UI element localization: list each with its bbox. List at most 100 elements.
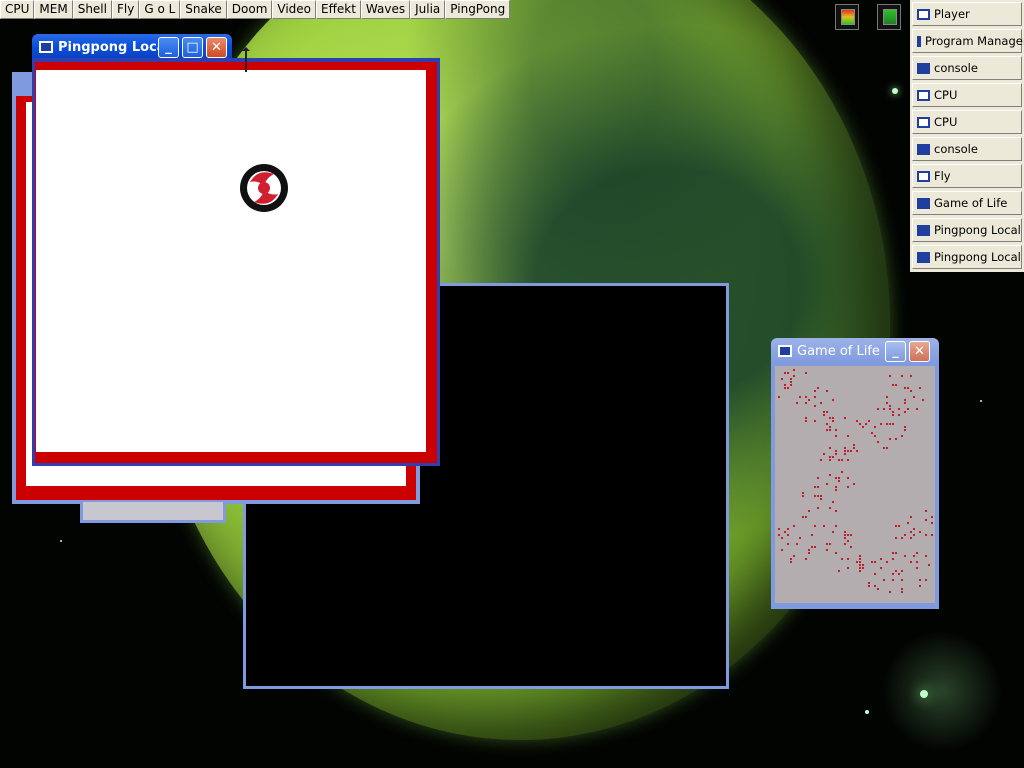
console-icon: [917, 62, 930, 74]
gol-cell: [817, 387, 819, 389]
gol-cell: [805, 558, 807, 560]
task-program-manager[interactable]: Program Manager: [912, 29, 1024, 53]
gol-cell: [895, 384, 897, 386]
minimize-button[interactable]: _: [158, 37, 179, 58]
star: [892, 88, 898, 94]
launch-waves-button[interactable]: Waves: [360, 0, 411, 19]
game-of-life-titlebar[interactable]: Game of Life _ ✕: [771, 338, 939, 364]
launch-snake-button[interactable]: Snake: [180, 0, 227, 19]
console-icon: [917, 197, 930, 209]
game-of-life-window[interactable]: Game of Life _ ✕: [771, 338, 939, 609]
gol-cell: [787, 372, 789, 374]
gol-cell: [847, 567, 849, 569]
gol-cell: [847, 459, 849, 461]
close-button[interactable]: ✕: [909, 341, 930, 362]
task-pingpong-local[interactable]: Pingpong Local: [912, 218, 1022, 242]
gol-cell: [847, 477, 849, 479]
gol-cell: [904, 426, 906, 428]
gol-cell: [784, 531, 786, 533]
gol-cell: [820, 498, 822, 500]
gol-cell: [799, 537, 801, 539]
gol-cell: [910, 531, 912, 533]
gol-cell: [871, 561, 873, 563]
gol-cell: [811, 534, 813, 536]
gol-cell: [892, 573, 894, 575]
window-icon: [917, 170, 930, 182]
close-button[interactable]: ✕: [206, 37, 227, 58]
gol-cell: [916, 561, 918, 563]
gol-cell: [904, 534, 906, 536]
mouse-cursor-icon: [242, 47, 250, 72]
task-cpu[interactable]: CPU: [912, 110, 1022, 134]
gol-cell: [901, 579, 903, 581]
gol-cell: [844, 543, 846, 545]
launch-julia-button[interactable]: Julia: [410, 0, 446, 19]
gol-cell: [877, 588, 879, 590]
gol-cell: [838, 570, 840, 572]
window-icon: [917, 8, 930, 20]
gol-cell: [808, 399, 810, 401]
gol-cell: [835, 552, 837, 554]
gol-cell: [904, 429, 906, 431]
gol-cell: [880, 558, 882, 560]
task-fly[interactable]: Fly: [912, 164, 1022, 188]
gol-cell: [820, 459, 822, 461]
gol-cell: [826, 549, 828, 551]
gol-cell: [889, 591, 891, 593]
gol-cell: [793, 369, 795, 371]
gol-cell: [892, 558, 894, 560]
launch-effekt-button[interactable]: Effekt: [316, 0, 361, 19]
task-game-of-life[interactable]: Game of Life: [912, 191, 1022, 215]
gol-cell: [814, 390, 816, 392]
maximize-button[interactable]: □: [182, 37, 203, 58]
gol-cell: [889, 375, 891, 377]
gol-cell: [925, 519, 927, 521]
gol-cell: [931, 534, 933, 536]
launch-video-button[interactable]: Video: [272, 0, 317, 19]
launch-mem-button[interactable]: MEM: [34, 0, 73, 19]
gol-cell: [919, 531, 921, 533]
launch-cpu-button[interactable]: CPU: [0, 0, 35, 19]
minimize-button[interactable]: _: [885, 341, 906, 362]
task-cpu[interactable]: CPU: [912, 83, 1022, 107]
launch-fly-button[interactable]: Fly: [111, 0, 140, 19]
task-console[interactable]: console: [912, 56, 1022, 80]
gol-cell: [901, 435, 903, 437]
launch-pingpong-button[interactable]: PingPong: [445, 0, 511, 19]
gol-cell: [901, 591, 903, 593]
task-console[interactable]: console: [912, 137, 1022, 161]
gol-cell: [844, 534, 846, 536]
gol-cell: [850, 546, 852, 548]
console-icon: [917, 251, 930, 263]
gol-cell: [808, 510, 810, 512]
gol-cell: [823, 414, 825, 416]
game-of-life-grid[interactable]: [775, 366, 935, 603]
pingpong-court[interactable]: [36, 70, 426, 452]
task-pingpong-local[interactable]: Pingpong Local: [912, 245, 1022, 269]
gol-cell: [835, 477, 837, 479]
launch-gol-button[interactable]: G o L: [139, 0, 181, 19]
gol-cell: [856, 450, 858, 452]
gol-cell: [781, 378, 783, 380]
launch-doom-button[interactable]: Doom: [226, 0, 273, 19]
gol-cell: [844, 537, 846, 539]
pingpong-titlebar[interactable]: Pingpong Local _ □ ✕: [32, 34, 232, 60]
gol-cell: [829, 474, 831, 476]
gol-cell: [913, 555, 915, 557]
gol-cell: [784, 384, 786, 386]
gol-cell: [823, 525, 825, 527]
mem-monitor-icon[interactable]: [877, 4, 901, 30]
launch-shell-button[interactable]: Shell: [72, 0, 112, 19]
gol-cell: [862, 426, 864, 428]
pingpong-window[interactable]: Pingpong Local _ □ ✕: [32, 34, 440, 466]
gol-cell: [832, 417, 834, 419]
cpu-monitor-icon[interactable]: [835, 4, 859, 30]
gol-cell: [883, 447, 885, 449]
gol-cell: [820, 495, 822, 497]
gol-cell: [916, 552, 918, 554]
gol-cell: [829, 459, 831, 461]
gol-cell: [862, 564, 864, 566]
task-player[interactable]: Player: [912, 2, 1022, 26]
gol-cell: [901, 588, 903, 590]
gol-cell: [796, 543, 798, 545]
